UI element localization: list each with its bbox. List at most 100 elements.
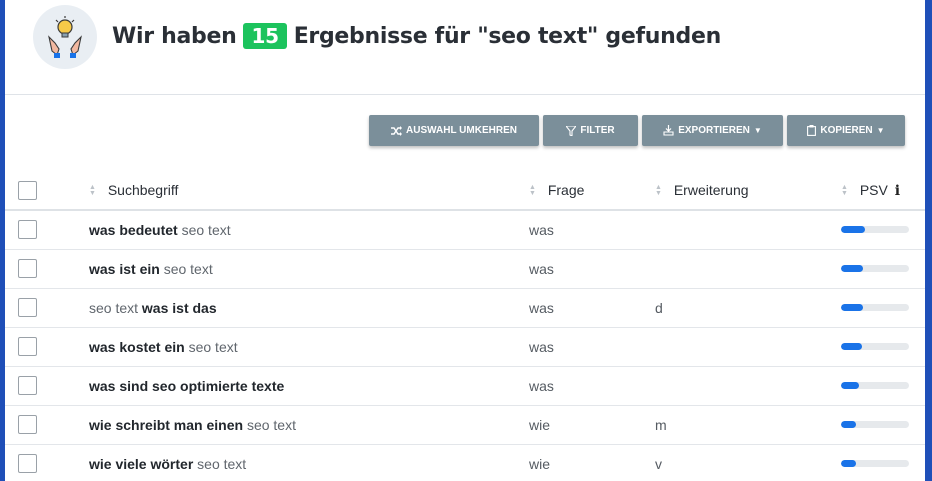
column-header-frage[interactable]: ▲ ▼ Frage (529, 171, 655, 211)
psv-bar (841, 343, 909, 350)
title-prefix: Wir haben (112, 23, 237, 49)
psv-cell (841, 405, 925, 445)
column-header-term[interactable]: ▲ ▼ Suchbegriff (89, 171, 529, 211)
export-label: EXPORTIEREN (678, 125, 750, 136)
table-row[interactable]: wie schreibt man einen seo text wie m (5, 405, 925, 445)
results-table: ▲ ▼ Suchbegriff ▲ ▼ Frage ▲ ▼ Erweiterung ▲… (5, 171, 925, 481)
frage-cell: wie (529, 444, 655, 481)
psv-fill (841, 460, 856, 467)
toolbar: AUSWAHL UMKEHREN FILTER EXPORTIEREN ▼ KO… (369, 115, 905, 146)
term-keyword: was ist ein (89, 260, 160, 277)
chevron-down-icon: ▼ (876, 126, 885, 135)
table-row[interactable]: was ist ein seo text was (5, 249, 925, 289)
export-button[interactable]: EXPORTIEREN ▼ (642, 115, 783, 146)
row-checkbox[interactable] (18, 220, 37, 240)
term-keyword: was ist das (141, 299, 217, 316)
psv-bar (841, 421, 909, 428)
table-header-row: ▲ ▼ Suchbegriff ▲ ▼ Frage ▲ ▼ Erweiterung ▲… (5, 171, 925, 211)
clipboard-icon (807, 125, 817, 136)
psv-cell (841, 366, 925, 406)
frage-cell: was (529, 249, 655, 289)
term-seed: seo text (177, 221, 231, 238)
term-keyword: wie schreibt man einen (89, 416, 244, 433)
frage-cell: was (529, 288, 655, 328)
erweiterung-cell (655, 366, 841, 406)
lightbulb-hands-icon (33, 5, 97, 69)
copy-label: KOPIEREN (820, 125, 873, 136)
chevron-down-icon: ▼ (753, 126, 762, 135)
results-card: Wir haben 15 Ergebnisse für "seo text" g… (5, 0, 925, 481)
column-term-label: Suchbegriff (107, 182, 179, 198)
results-header: Wir haben 15 Ergebnisse für "seo text" g… (5, 0, 925, 95)
term-seed: seo text (89, 299, 142, 316)
column-header-erweiterung[interactable]: ▲ ▼ Erweiterung (655, 171, 841, 211)
copy-button[interactable]: KOPIEREN ▼ (787, 115, 905, 146)
psv-cell (841, 249, 925, 289)
psv-bar (841, 460, 909, 467)
term-seed: seo text (193, 455, 247, 472)
term-cell: was kostet ein seo text (89, 327, 529, 367)
row-select-cell (5, 327, 89, 367)
erweiterung-cell (655, 327, 841, 367)
row-checkbox[interactable] (18, 337, 37, 356)
invert-selection-button[interactable]: AUSWAHL UMKEHREN (369, 115, 539, 146)
sort-icon: ▲ ▼ (841, 183, 848, 197)
sort-icon: ▲ ▼ (655, 184, 662, 198)
erweiterung-cell (655, 210, 841, 250)
sort-icon: ▲ ▼ (89, 184, 96, 198)
psv-cell (841, 444, 925, 481)
term-seed: seo text (159, 260, 213, 277)
select-all-cell (5, 171, 89, 211)
row-checkbox[interactable] (18, 376, 37, 395)
psv-fill (841, 343, 863, 350)
table-row[interactable]: was kostet ein seo text was (5, 327, 925, 367)
sort-icon: ▲ ▼ (529, 184, 536, 198)
row-checkbox[interactable] (18, 415, 37, 434)
row-select-cell (5, 249, 89, 289)
export-icon (663, 125, 674, 136)
table-row[interactable]: was sind seo optimierte texte was (5, 366, 925, 406)
psv-cell (841, 327, 925, 367)
term-seed: seo text (184, 338, 238, 355)
row-select-cell (5, 210, 89, 250)
term-cell: seo text was ist das (89, 288, 529, 328)
psv-cell (841, 210, 925, 250)
term-keyword: wie viele wörter (89, 455, 194, 472)
psv-fill (841, 304, 863, 311)
term-keyword: was kostet ein (89, 338, 185, 355)
select-all-checkbox[interactable] (18, 180, 37, 200)
column-psv-label: PSV (859, 181, 888, 198)
psv-fill (841, 421, 856, 428)
frage-cell: was (529, 210, 655, 250)
frage-cell: wie (529, 405, 655, 445)
psv-fill (841, 382, 860, 389)
psv-bar (841, 265, 909, 272)
column-header-psv[interactable]: ▲ ▼ PSV i (841, 171, 925, 211)
term-cell: wie schreibt man einen seo text (89, 405, 529, 445)
erweiterung-cell: v (655, 444, 841, 481)
table-row[interactable]: wie viele wörter seo text wie v (5, 444, 925, 481)
column-erweiterung-label: Erweiterung (673, 182, 749, 198)
psv-bar (841, 226, 909, 234)
filter-icon (566, 125, 577, 136)
filter-button[interactable]: FILTER (543, 115, 638, 146)
result-count-badge: 15 (243, 23, 287, 49)
term-seed: seo text (243, 416, 296, 433)
table-row[interactable]: seo text was ist das was d (5, 288, 925, 328)
info-icon[interactable]: i (895, 183, 900, 199)
term-cell: was sind seo optimierte texte (89, 366, 529, 406)
shuffle-icon (391, 125, 403, 136)
invert-selection-label: AUSWAHL UMKEHREN (406, 125, 517, 136)
page-title: Wir haben 15 Ergebnisse für "seo text" g… (112, 23, 721, 49)
erweiterung-cell (655, 249, 841, 289)
frage-cell: was (529, 366, 655, 406)
row-checkbox[interactable] (18, 298, 37, 317)
frage-cell: was (529, 327, 655, 367)
title-suffix: Ergebnisse für "seo text" gefunden (293, 23, 722, 49)
table-row[interactable]: was bedeutet seo text was (5, 210, 925, 250)
column-frage-label: Frage (547, 182, 585, 198)
psv-fill (841, 265, 863, 272)
row-select-cell (5, 405, 89, 445)
row-checkbox[interactable] (18, 259, 37, 278)
row-checkbox[interactable] (18, 454, 37, 473)
